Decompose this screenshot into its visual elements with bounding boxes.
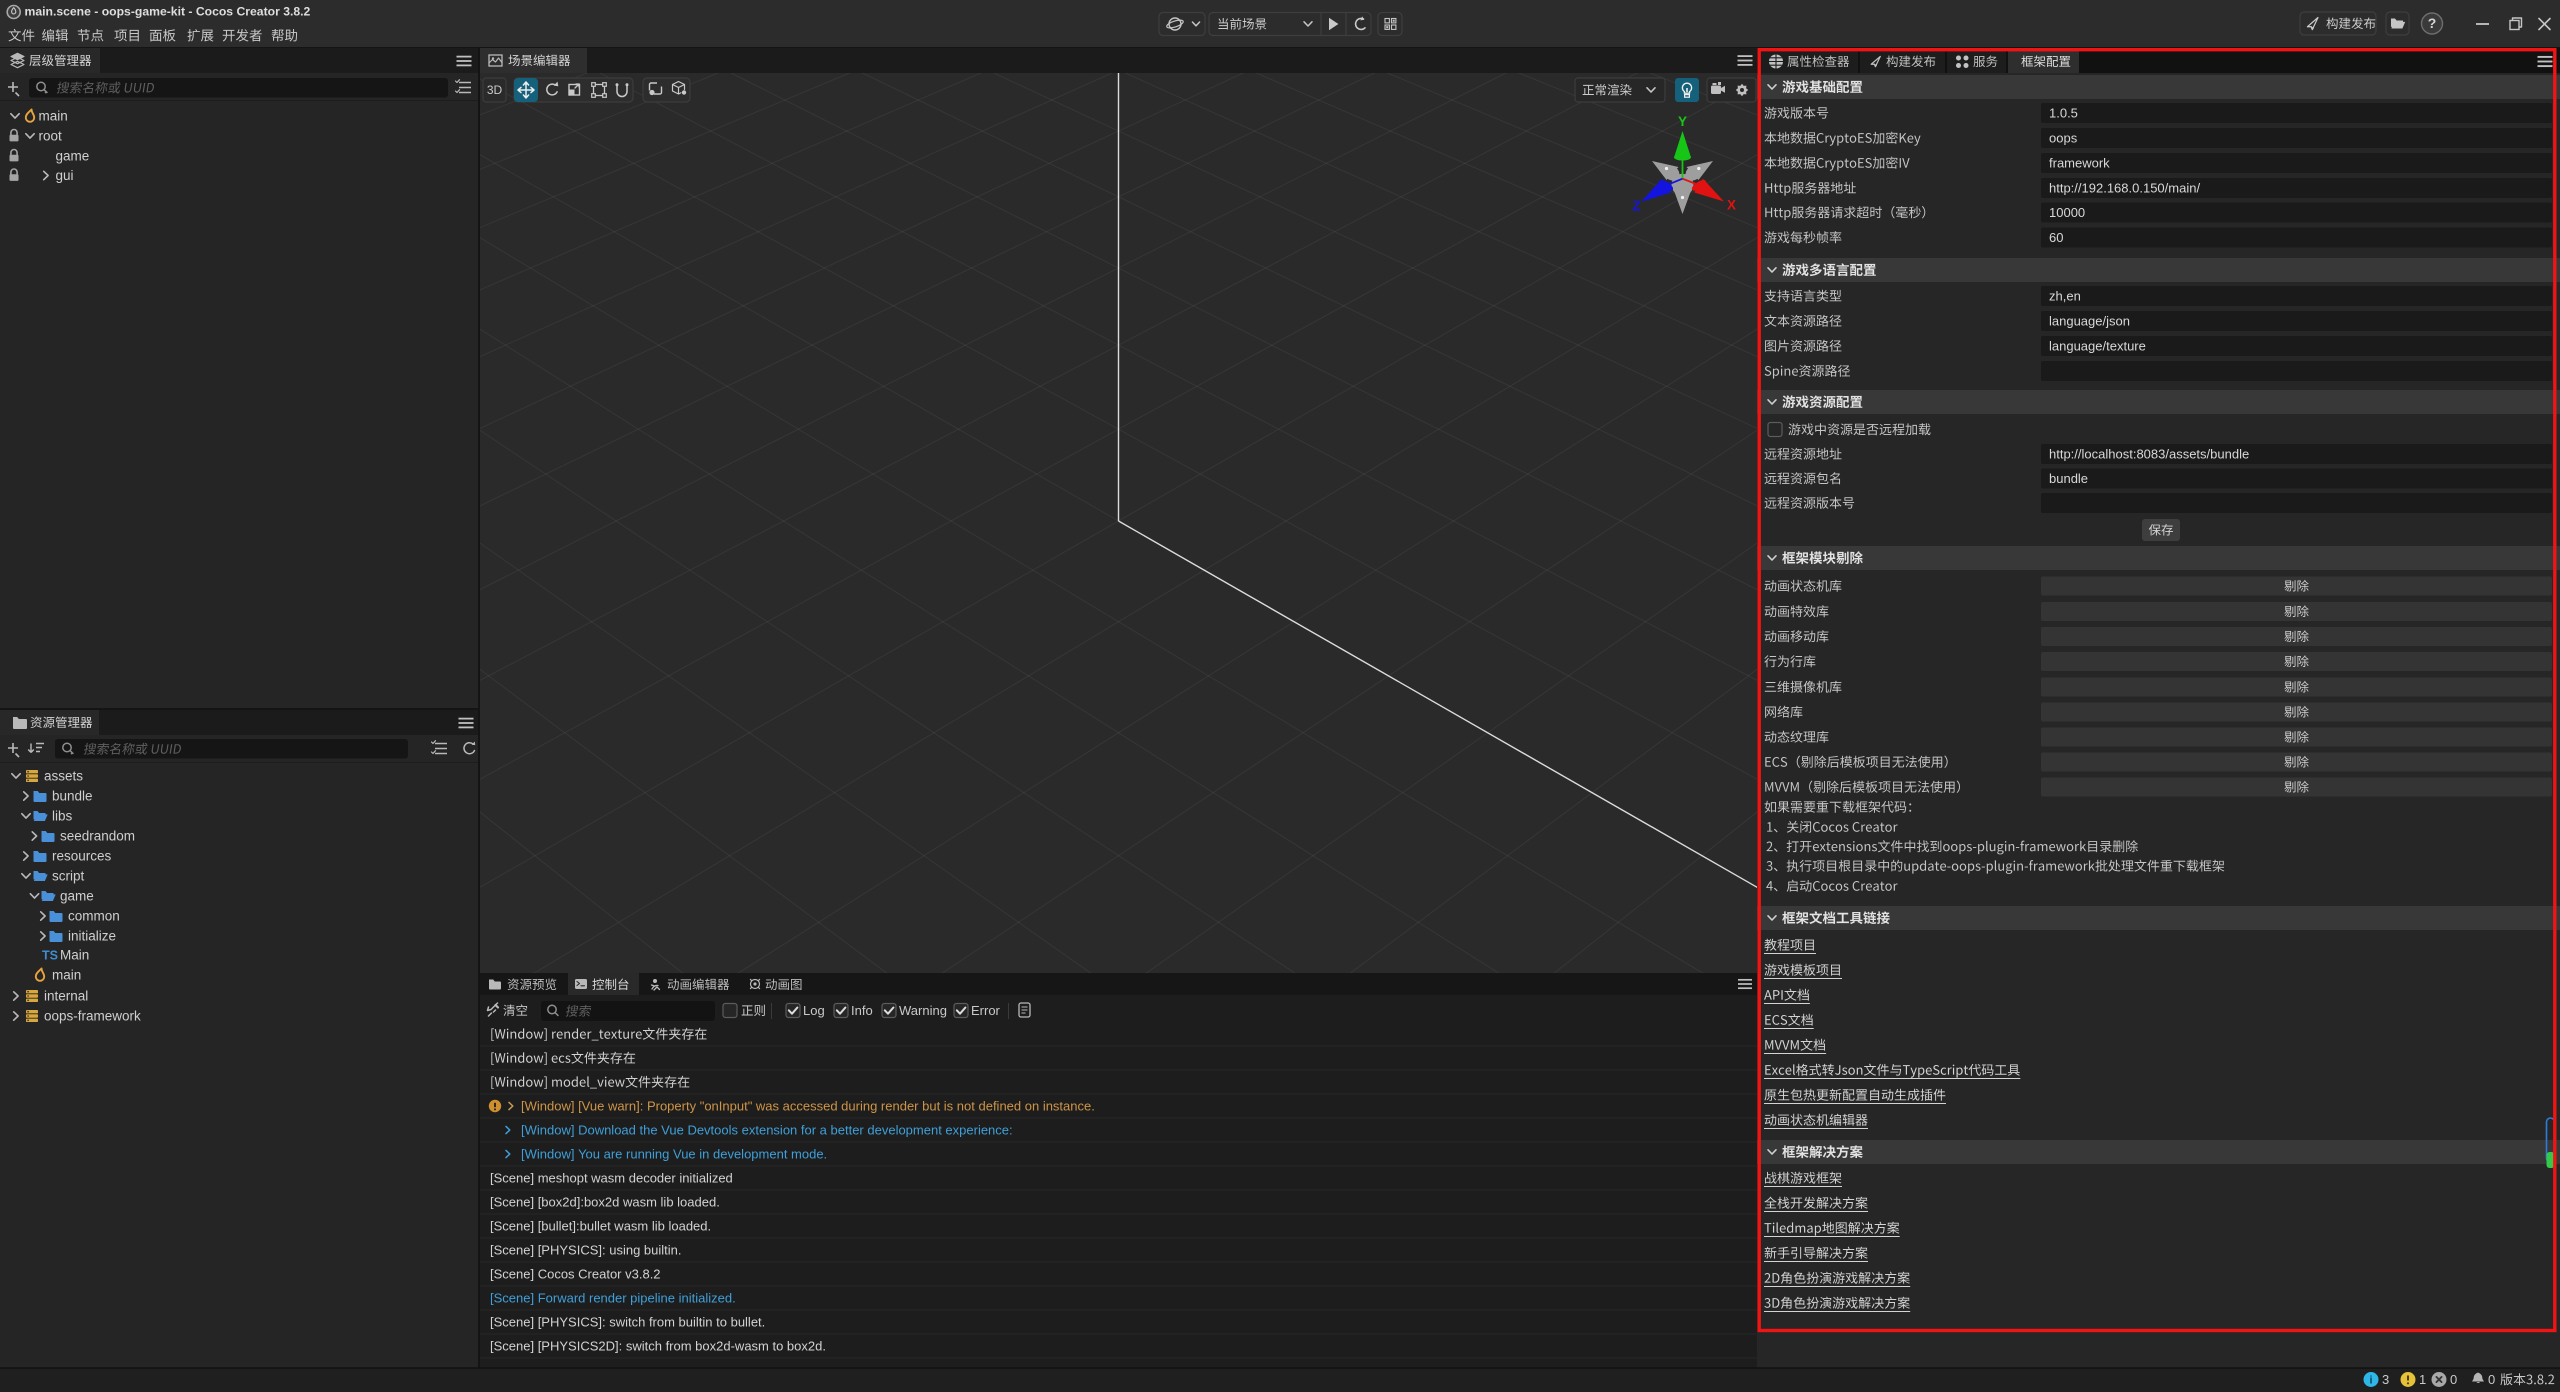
svg-text:zh,en: zh,en xyxy=(2049,288,2081,303)
svg-text:script: script xyxy=(52,869,85,884)
svg-text:[Scene] [PHYSICS2D]: switch fr: [Scene] [PHYSICS2D]: switch from box2d-w… xyxy=(490,1338,826,1353)
svg-text:seedrandom: seedrandom xyxy=(60,829,135,844)
svg-text:oops-framework: oops-framework xyxy=(44,1009,141,1024)
svg-text:[Scene] Forward render pipelin: [Scene] Forward render pipeline initiali… xyxy=(490,1290,736,1305)
svg-text:resources: resources xyxy=(52,849,112,864)
svg-text:0: 0 xyxy=(2488,1372,2495,1387)
svg-text:main: main xyxy=(39,109,68,124)
svg-text:language/texture: language/texture xyxy=(2049,338,2146,353)
svg-text:libs: libs xyxy=(52,809,73,824)
svg-text:[Scene] [PHYSICS]: switch from: [Scene] [PHYSICS]: switch from builtin t… xyxy=(490,1314,765,1329)
svg-text:[Scene] [box2d]:box2d wasm lib: [Scene] [box2d]:box2d wasm lib loaded. xyxy=(490,1194,720,1209)
svg-text:[Scene] [bullet]:bullet wasm l: [Scene] [bullet]:bullet wasm lib loaded. xyxy=(490,1218,711,1233)
svg-text:common: common xyxy=(68,909,120,924)
svg-text:3: 3 xyxy=(2382,1372,2389,1387)
svg-text:http://localhost:8083/assets/b: http://localhost:8083/assets/bundle xyxy=(2049,446,2249,461)
svg-text:X: X xyxy=(1727,198,1736,213)
svg-text:i: i xyxy=(2369,1374,2372,1386)
svg-text:oops: oops xyxy=(2049,130,2078,145)
svg-text:Main: Main xyxy=(60,948,89,963)
svg-text:main.scene - oops-game-kit - C: main.scene - oops-game-kit - Cocos Creat… xyxy=(25,5,311,19)
svg-text:[Scene] meshopt wasm decoder i: [Scene] meshopt wasm decoder initialized xyxy=(490,1170,733,1185)
svg-text:?: ? xyxy=(2428,15,2437,31)
svg-text:[Scene] Cocos Creator v3.8.2: [Scene] Cocos Creator v3.8.2 xyxy=(490,1266,661,1281)
svg-text:Y: Y xyxy=(1678,114,1687,129)
svg-text:framework: framework xyxy=(2049,155,2110,170)
svg-text:bundle: bundle xyxy=(52,789,93,804)
svg-text:root: root xyxy=(39,129,63,144)
svg-text:[Scene] [PHYSICS]: using built: [Scene] [PHYSICS]: using builtin. xyxy=(490,1242,681,1257)
svg-text:gui: gui xyxy=(56,168,74,183)
svg-text:60: 60 xyxy=(2049,230,2063,245)
svg-text:Info: Info xyxy=(851,1003,873,1018)
svg-text:[Window] [Vue warn]: Property: [Window] [Vue warn]: Property "onInput" … xyxy=(521,1098,1095,1113)
svg-text:[Window] You are running Vue i: [Window] You are running Vue in developm… xyxy=(521,1146,827,1161)
svg-text:Error: Error xyxy=(971,1003,1001,1018)
svg-text:language/json: language/json xyxy=(2049,313,2130,328)
svg-text:internal: internal xyxy=(44,989,88,1004)
svg-text:Log: Log xyxy=(803,1003,825,1018)
svg-text:Z: Z xyxy=(1632,199,1640,214)
svg-text:bundle: bundle xyxy=(2049,471,2088,486)
svg-text:1.0.5: 1.0.5 xyxy=(2049,105,2078,120)
svg-text:game: game xyxy=(60,889,94,904)
svg-text:main: main xyxy=(52,968,81,983)
svg-text:game: game xyxy=(56,149,90,164)
svg-text:1: 1 xyxy=(2419,1372,2426,1387)
svg-text:0: 0 xyxy=(2450,1372,2457,1387)
svg-text:3D: 3D xyxy=(487,83,503,97)
svg-text:initialize: initialize xyxy=(68,929,116,944)
svg-text:assets: assets xyxy=(44,769,83,784)
svg-text:TS: TS xyxy=(42,948,58,962)
svg-text:10000: 10000 xyxy=(2049,205,2085,220)
svg-text:Warning: Warning xyxy=(899,1003,947,1018)
svg-text:http://192.168.0.150/main/: http://192.168.0.150/main/ xyxy=(2049,180,2200,195)
svg-text:[Window] Download the Vue Devt: [Window] Download the Vue Devtools exten… xyxy=(521,1122,1013,1137)
